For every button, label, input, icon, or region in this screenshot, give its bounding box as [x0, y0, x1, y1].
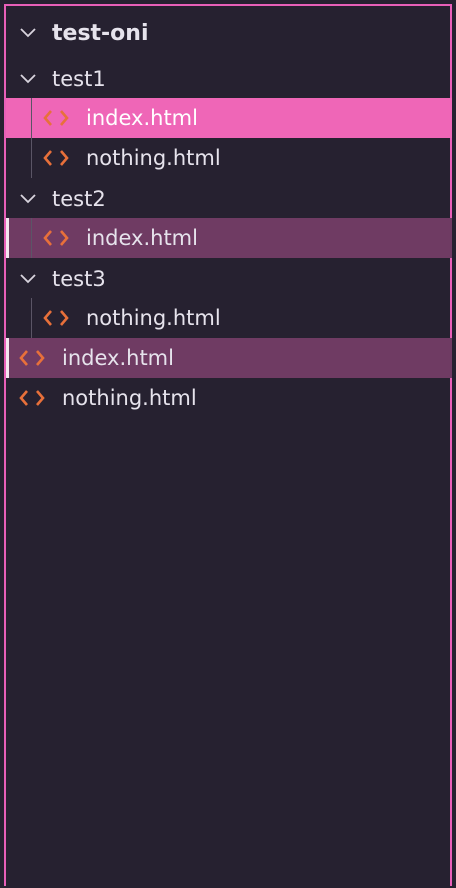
tree-folder-test3[interactable]: test3: [6, 259, 452, 299]
open-indicator: [6, 338, 9, 378]
folder-label: test-oni: [52, 20, 149, 46]
tree-file-root-index-html[interactable]: index.html: [6, 338, 452, 378]
tree-folder-test2[interactable]: test2: [6, 179, 452, 219]
file-explorer: test-oni test1 index.html nothing.html t…: [4, 4, 452, 886]
code-brackets-icon: [42, 108, 70, 128]
open-indicator: [6, 218, 9, 258]
code-brackets-icon: [42, 308, 70, 328]
tree-folder-test1[interactable]: test1: [6, 59, 452, 99]
folder-label: test3: [52, 267, 106, 291]
file-label: index.html: [62, 346, 174, 370]
tree-file-test2-index-html[interactable]: index.html: [6, 218, 452, 258]
chevron-down-icon[interactable]: [18, 69, 38, 89]
indent-guide: [31, 218, 32, 258]
chevron-down-icon[interactable]: [18, 269, 38, 289]
folder-label: test1: [52, 67, 106, 91]
tree-file-test3-nothing-html[interactable]: nothing.html: [6, 298, 452, 338]
file-label: nothing.html: [86, 146, 221, 170]
code-brackets-icon: [42, 228, 70, 248]
file-label: index.html: [86, 226, 198, 250]
tree-root-test-oni[interactable]: test-oni: [6, 13, 452, 53]
code-brackets-icon: [42, 148, 70, 168]
indent-guide: [31, 298, 32, 338]
tree-file-test1-index-html[interactable]: index.html: [6, 98, 452, 138]
tree-file-root-nothing-html[interactable]: nothing.html: [6, 378, 452, 418]
code-brackets-icon: [18, 388, 46, 408]
file-label: index.html: [86, 106, 198, 130]
file-label: nothing.html: [86, 306, 221, 330]
code-brackets-icon: [18, 348, 46, 368]
file-label: nothing.html: [62, 386, 197, 410]
indent-guide: [31, 98, 32, 178]
chevron-down-icon[interactable]: [18, 189, 38, 209]
tree-file-test1-nothing-html[interactable]: nothing.html: [6, 138, 452, 178]
folder-label: test2: [52, 187, 106, 211]
chevron-down-icon[interactable]: [18, 23, 38, 43]
